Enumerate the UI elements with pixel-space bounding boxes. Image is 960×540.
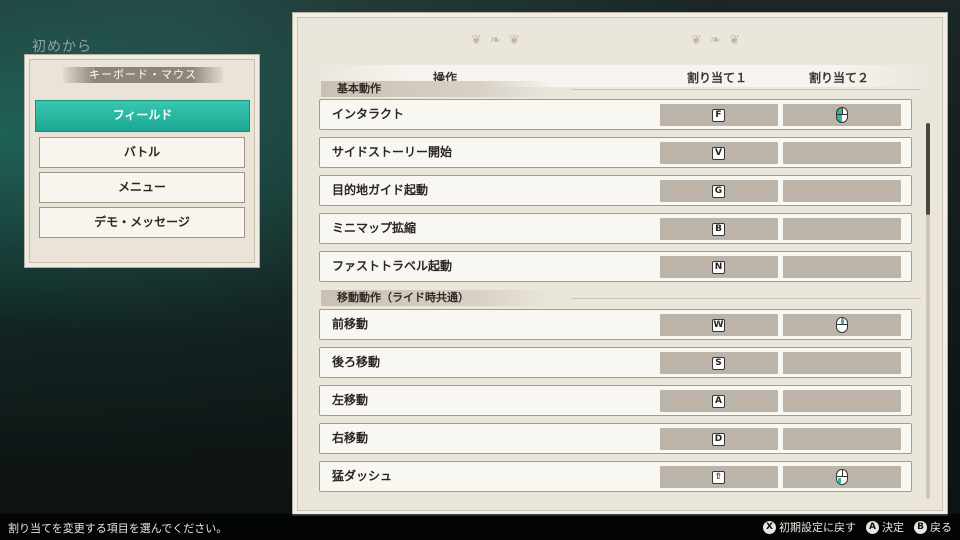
- hint-text: 割り当てを変更する項目を選んでください。: [8, 522, 228, 535]
- table-row[interactable]: 猛ダッシュ ⇧: [319, 461, 912, 492]
- category-demo-message[interactable]: デモ・メッセージ: [39, 207, 245, 238]
- table-row[interactable]: ファストトラベル起動 N: [319, 251, 912, 282]
- shift-key-icon: ⇧: [712, 471, 725, 484]
- table-row[interactable]: ミニマップ拡縮 B: [319, 213, 912, 244]
- assign1-slot[interactable]: F: [660, 104, 778, 126]
- b-button-icon: B: [914, 520, 927, 534]
- confirm-prompt[interactable]: A 決定: [866, 519, 904, 535]
- row-label: インタラクト: [332, 107, 405, 121]
- table-row[interactable]: サイドストーリー開始 V: [319, 137, 912, 168]
- assign1-slot[interactable]: ⇧: [660, 466, 778, 488]
- key-cap: B: [712, 223, 725, 236]
- assign2-slot[interactable]: [783, 352, 901, 374]
- back-prompt[interactable]: B 戻る: [914, 519, 952, 535]
- screen-title: 初めから: [32, 39, 92, 55]
- mouse-wheel-icon: [836, 317, 848, 333]
- key-cap: W: [712, 319, 725, 332]
- assign1-slot[interactable]: W: [660, 314, 778, 336]
- scrollbar-thumb[interactable]: [926, 123, 930, 215]
- assign1-slot[interactable]: N: [660, 256, 778, 278]
- row-label: 猛ダッシュ: [332, 469, 393, 483]
- column-header-assign2: 割り当て２: [809, 71, 870, 85]
- assign2-slot[interactable]: [783, 180, 901, 202]
- table-row[interactable]: 目的地ガイド起動 G: [319, 175, 912, 206]
- x-button-icon: X: [763, 520, 776, 534]
- assign2-slot[interactable]: [783, 390, 901, 412]
- mouse-left-click-icon: [836, 107, 848, 123]
- key-cap: F: [712, 109, 725, 122]
- row-label: 後ろ移動: [332, 355, 381, 369]
- row-label: 目的地ガイド起動: [332, 183, 429, 197]
- assign1-slot[interactable]: S: [660, 352, 778, 374]
- key-cap: V: [712, 147, 725, 160]
- row-label: 前移動: [332, 317, 369, 331]
- row-label: サイドストーリー開始: [332, 145, 453, 159]
- a-button-icon: A: [866, 520, 879, 534]
- assign2-slot[interactable]: [783, 466, 901, 488]
- assign1-slot[interactable]: V: [660, 142, 778, 164]
- ornament-right-icon: ❦ ❧ ❦: [691, 33, 742, 48]
- section-header-movement: 移動動作（ライド時共通）: [321, 290, 921, 306]
- mouse-side-button-icon: [836, 469, 848, 485]
- assign1-slot[interactable]: G: [660, 180, 778, 202]
- row-label: ファストトラベル起動: [332, 259, 453, 273]
- assign1-slot[interactable]: B: [660, 218, 778, 240]
- section-header-basic: 基本動作: [321, 81, 921, 97]
- assign2-slot[interactable]: [783, 104, 901, 126]
- table-row[interactable]: 前移動 W: [319, 309, 912, 340]
- reset-defaults-prompt[interactable]: X 初期設定に戻す: [763, 519, 856, 535]
- row-label: ミニマップ拡縮: [332, 221, 417, 235]
- key-cap: D: [712, 433, 725, 446]
- table-row[interactable]: 右移動 D: [319, 423, 912, 454]
- key-cap: S: [712, 357, 725, 370]
- key-cap: N: [712, 261, 725, 274]
- table-row[interactable]: 左移動 A: [319, 385, 912, 416]
- assign1-slot[interactable]: A: [660, 390, 778, 412]
- category-menu[interactable]: メニュー: [39, 172, 245, 203]
- key-assignment-panel: ❦ ❧ ❦ ❦ ❧ ❦ 操作 割り当て１ 割り当て２ 基本動作 インタラクト F…: [292, 12, 948, 516]
- category-battle[interactable]: バトル: [39, 137, 245, 168]
- row-label: 左移動: [332, 393, 369, 407]
- category-panel: キーボード・マウス フィールド バトル メニュー デモ・メッセージ: [24, 54, 260, 268]
- reset-defaults-label: 初期設定に戻す: [779, 521, 856, 534]
- assign2-slot[interactable]: [783, 218, 901, 240]
- key-cap: A: [712, 395, 725, 408]
- row-label: 右移動: [332, 431, 369, 445]
- back-label: 戻る: [930, 521, 952, 534]
- column-header-assign1: 割り当て１: [687, 71, 748, 85]
- ornament-left-icon: ❦ ❧ ❦: [471, 33, 522, 48]
- assign2-slot[interactable]: [783, 142, 901, 164]
- category-field[interactable]: フィールド: [35, 100, 250, 132]
- bottom-hint-bar: 割り当てを変更する項目を選んでください。 X 初期設定に戻す A 決定 B 戻る: [0, 514, 960, 540]
- assign2-slot[interactable]: [783, 256, 901, 278]
- assign2-slot[interactable]: [783, 314, 901, 336]
- table-row[interactable]: インタラクト F: [319, 99, 912, 130]
- key-cap: G: [712, 185, 725, 198]
- table-row[interactable]: 後ろ移動 S: [319, 347, 912, 378]
- assign2-slot[interactable]: [783, 428, 901, 450]
- assign1-slot[interactable]: D: [660, 428, 778, 450]
- button-prompts: X 初期設定に戻す A 決定 B 戻る: [757, 519, 952, 535]
- device-header: キーボード・マウス: [63, 67, 223, 83]
- confirm-label: 決定: [882, 521, 904, 534]
